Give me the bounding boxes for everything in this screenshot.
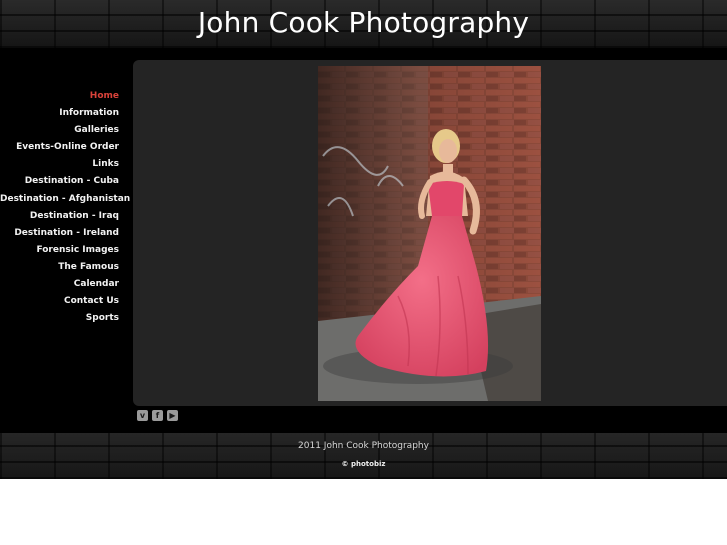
nav-item-destination-afghanistan[interactable]: Destination - Afghanistan xyxy=(0,191,130,208)
site-footer: 2011 John Cook Photography © photobiz xyxy=(0,433,727,479)
nav-item-links[interactable]: Links xyxy=(0,156,120,173)
youtube-icon[interactable]: ▶ xyxy=(167,410,178,421)
vimeo-icon[interactable]: v xyxy=(137,410,148,421)
featured-photo-image xyxy=(318,66,541,401)
nav-item-destination-cuba[interactable]: Destination - Cuba xyxy=(0,173,120,190)
nav-item-sports[interactable]: Sports xyxy=(0,310,120,327)
site-title[interactable]: John Cook Photography xyxy=(0,6,727,39)
nav-item-contact-us[interactable]: Contact Us xyxy=(0,293,120,310)
nav-item-home[interactable]: Home xyxy=(0,88,120,105)
nav-item-destination-ireland[interactable]: Destination - Ireland xyxy=(0,225,120,242)
site-header: John Cook Photography xyxy=(0,0,727,48)
nav-item-calendar[interactable]: Calendar xyxy=(0,276,120,293)
nav-item-information[interactable]: Information xyxy=(0,105,120,122)
copyright-text: 2011 John Cook Photography xyxy=(298,441,429,451)
nav-item-destination-iraq[interactable]: Destination - Iraq xyxy=(0,208,120,225)
page: John Cook Photography Home Information G… xyxy=(0,0,727,545)
nav-item-events-online-order[interactable]: Events-Online Order xyxy=(0,139,120,156)
nav-item-the-famous[interactable]: The Famous xyxy=(0,259,120,276)
featured-photo[interactable] xyxy=(318,66,541,401)
nav-item-galleries[interactable]: Galleries xyxy=(0,122,120,139)
facebook-icon[interactable]: f xyxy=(152,410,163,421)
photobiz-credit-link[interactable]: © photobiz xyxy=(0,460,727,468)
main-nav: Home Information Galleries Events-Online… xyxy=(0,88,130,327)
nav-item-forensic-images[interactable]: Forensic Images xyxy=(0,242,120,259)
